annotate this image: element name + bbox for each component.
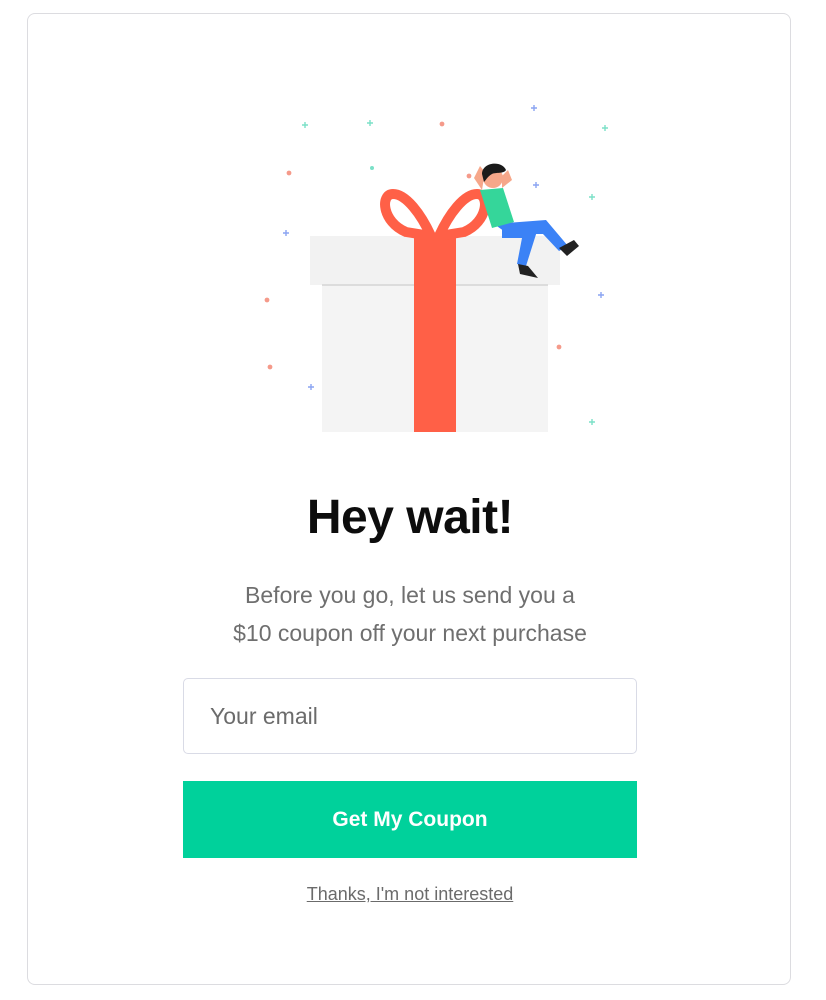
decline-link[interactable]: Thanks, I'm not interested	[28, 884, 792, 905]
subtitle-line: $10 coupon off your next purchase	[233, 620, 587, 646]
popup-title: Hey wait!	[306, 491, 514, 544]
ribbon-bow-icon	[380, 189, 490, 241]
popup-subtitle: Before you go, let us send you a $10 cou…	[28, 576, 792, 652]
subtitle-line: Before you go, let us send you a	[245, 582, 575, 608]
gift-illustration	[264, 105, 608, 432]
get-coupon-button[interactable]: Get My Coupon	[183, 781, 637, 858]
exit-intent-popup: Hey wait! Before you go, let us send you…	[27, 13, 791, 985]
email-input[interactable]	[183, 678, 637, 754]
